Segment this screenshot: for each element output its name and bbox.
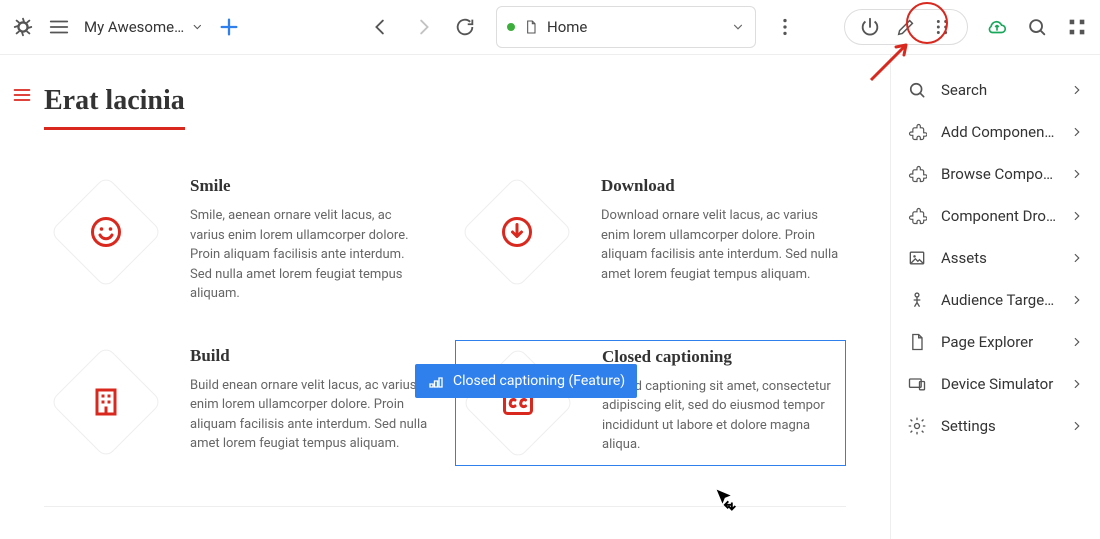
doc-icon <box>907 332 927 352</box>
overflow-menu-icon[interactable] <box>774 16 796 38</box>
mode-pill <box>844 9 968 45</box>
feature-body: Closed captioning sit amet, consectetur … <box>602 377 839 455</box>
address-label: Home <box>547 18 587 36</box>
search-icon[interactable] <box>1026 16 1048 38</box>
feature-body: Smile, aenean ornare velit lacus, ac var… <box>190 206 429 304</box>
sidepanel-item-device-simulator[interactable]: Device Simulator <box>897 363 1094 405</box>
move-cursor-icon <box>712 485 740 513</box>
sidepanel-item-label: Settings <box>941 417 1056 435</box>
selection-tag[interactable]: Closed captioning (Feature) <box>415 364 637 398</box>
apps-icon[interactable] <box>1066 16 1088 38</box>
topbar: My Awesome E… Home <box>0 0 1100 55</box>
nav-forward-icon[interactable] <box>412 16 434 38</box>
cloud-upload-icon[interactable] <box>986 16 1008 38</box>
chevron-right-icon <box>1070 83 1084 97</box>
page-title: Erat lacinia <box>44 85 185 130</box>
feature-grid: Smile Smile, aenean ornare velit lacus, a… <box>44 170 846 466</box>
sidepanel-item-assets[interactable]: Assets <box>897 237 1094 279</box>
ext-icon <box>907 206 927 226</box>
chevron-right-icon <box>1070 251 1084 265</box>
status-dot-icon <box>507 23 515 31</box>
caret-down-icon <box>191 20 204 34</box>
feature-build[interactable]: Build Build enean ornare velit lacus, ac … <box>44 340 435 466</box>
power-icon[interactable] <box>859 16 881 38</box>
nav-back-icon[interactable] <box>370 16 392 38</box>
app-logo[interactable] <box>12 16 34 38</box>
feature-icon-frame <box>461 176 573 288</box>
feature-icon-frame <box>50 176 162 288</box>
device-icon <box>907 374 927 394</box>
page-canvas[interactable]: Erat lacinia Smile Smile, aenean ornare v… <box>0 55 890 539</box>
feature-closed-captioning[interactable]: Closed captioning Closed captioning sit a… <box>455 340 846 466</box>
sidepanel-item-browse-components[interactable]: Browse Components <box>897 153 1094 195</box>
sidepanel-item-label: Audience Targeting <box>941 291 1056 309</box>
sidepanel-item-label: Page Explorer <box>941 333 1056 351</box>
feature-title: Download <box>601 176 840 196</box>
address-bar[interactable]: Home <box>496 6 756 48</box>
drag-grid-icon[interactable] <box>931 16 953 38</box>
sidepanel-item-label: Component Drop Ta… <box>941 207 1056 225</box>
feature-download[interactable]: Download Download ornare velit lacus, ac … <box>455 170 846 310</box>
person-icon <box>907 290 927 310</box>
feature-smile[interactable]: Smile Smile, aenean ornare velit lacus, a… <box>44 170 435 310</box>
sidepanel-item-label: Device Simulator <box>941 375 1056 393</box>
ext-icon <box>907 122 927 142</box>
sidepanel-item-label: Search <box>941 81 1056 99</box>
sidepanel-item-label: Add Components <box>941 123 1056 141</box>
feature-title: Build <box>190 346 429 366</box>
chevron-right-icon <box>1070 167 1084 181</box>
sidepanel-item-label: Browse Components <box>941 165 1056 183</box>
chevron-right-icon <box>1070 125 1084 139</box>
side-panel: Search Add Components Browse Components Com… <box>890 55 1100 539</box>
edit-pencil-icon[interactable] <box>895 16 917 38</box>
reload-icon[interactable] <box>454 16 476 38</box>
sidepanel-item-search[interactable]: Search <box>897 69 1094 111</box>
project-selector[interactable]: My Awesome E… <box>84 18 204 36</box>
sidepanel-item-add-components[interactable]: Add Components <box>897 111 1094 153</box>
chevron-right-icon <box>1070 335 1084 349</box>
ext-icon <box>907 164 927 184</box>
sidepanel-item-label: Assets <box>941 249 1056 267</box>
building-icon <box>88 384 124 420</box>
sidepanel-item-component-drop-ta[interactable]: Component Drop Ta… <box>897 195 1094 237</box>
content-menu-icon[interactable] <box>12 85 32 105</box>
chevron-right-icon <box>1070 377 1084 391</box>
add-button[interactable] <box>218 16 240 38</box>
image-icon <box>907 248 927 268</box>
chevron-right-icon <box>1070 293 1084 307</box>
download-icon <box>499 214 535 250</box>
sidepanel-item-audience-targeting[interactable]: Audience Targeting <box>897 279 1094 321</box>
project-name: My Awesome E… <box>84 18 185 36</box>
selection-tag-label: Closed captioning (Feature) <box>453 373 625 389</box>
smile-icon <box>88 214 124 250</box>
gear-icon <box>907 416 927 436</box>
component-icon <box>427 372 445 390</box>
page-icon <box>523 19 539 35</box>
feature-body: Download ornare velit lacus, ac varius e… <box>601 206 840 284</box>
divider <box>44 506 846 507</box>
chevron-right-icon <box>1070 419 1084 433</box>
sidepanel-item-page-explorer[interactable]: Page Explorer <box>897 321 1094 363</box>
chevron-right-icon <box>1070 209 1084 223</box>
caret-down-icon <box>731 20 745 34</box>
feature-icon-frame <box>50 346 162 458</box>
search-icon <box>907 80 927 100</box>
feature-title: Closed captioning <box>602 347 839 367</box>
sidepanel-item-settings[interactable]: Settings <box>897 405 1094 447</box>
feature-body: Build enean ornare velit lacus, ac variu… <box>190 376 429 454</box>
menu-icon[interactable] <box>48 16 70 38</box>
feature-title: Smile <box>190 176 429 196</box>
